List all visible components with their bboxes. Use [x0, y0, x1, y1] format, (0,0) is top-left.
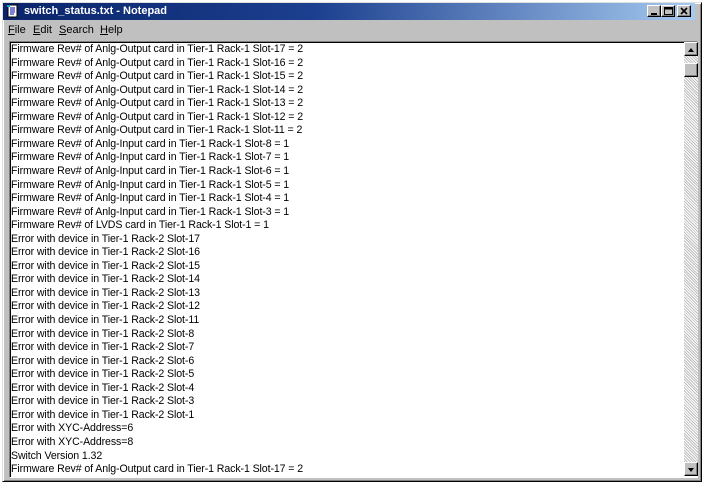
text-line: Error with device in Tier-1 Rack-2 Slot-… [11, 341, 195, 354]
menu-bar: File Edit Search Help [3, 21, 695, 39]
text-line: Firmware Rev# of Anlg-Output card in Tie… [11, 43, 304, 55]
text-line: Firmware Rev# of Anlg-Output card in Tie… [11, 70, 304, 83]
text-line: Switch Version 1.32 [11, 449, 103, 462]
scroll-thumb[interactable] [684, 63, 698, 77]
text-line: Firmware Rev# of Anlg-Input card in Tier… [11, 205, 290, 218]
text-line: Error with device in Tier-1 Rack-2 Slot-… [11, 368, 195, 381]
text-line: Error with device in Tier-1 Rack-2 Slot-… [11, 314, 200, 326]
text-line: Firmware Rev# of Anlg-Input card in Tier… [11, 192, 290, 205]
text-line: Error with device in Tier-1 Rack-2 Slot-… [11, 273, 200, 286]
text-line: Firmware Rev# of Anlg-Output card in Tie… [11, 110, 304, 123]
menu-file[interactable]: File [8, 21, 26, 39]
scroll-down-arrow-icon [688, 468, 694, 472]
text-line: Error with XYC-Address=8 [11, 435, 134, 448]
text-line: Firmware Rev# of Anlg-Output card in Tie… [11, 124, 303, 137]
text-line: Error with device in Tier-1 Rack-2 Slot-… [11, 286, 200, 299]
text-line: Firmware Rev# of Anlg-Output card in Tie… [11, 97, 304, 110]
menu-search[interactable]: Search [59, 21, 94, 39]
text-line: Firmware Rev# of Anlg-Output card in Tie… [11, 463, 304, 475]
text-line: Error with device in Tier-1 Rack-2 Slot-… [11, 246, 200, 259]
minimize-button[interactable] [647, 5, 661, 17]
text-line: Firmware Rev# of Anlg-Output card in Tie… [11, 83, 304, 96]
title-bar[interactable]: switch_status.txt - Notepad [3, 3, 695, 20]
maximize-button[interactable] [661, 5, 675, 17]
text-line: Firmware Rev# of Anlg-Output card in Tie… [11, 56, 304, 69]
text-line: Error with device in Tier-1 Rack-2 Slot-… [11, 408, 195, 421]
minimize-icon [651, 13, 657, 15]
vertical-scrollbar[interactable] [684, 42, 698, 476]
close-button[interactable] [677, 5, 691, 17]
text-line: Error with device in Tier-1 Rack-2 Slot-… [11, 259, 200, 272]
text-line: Firmware Rev# of Anlg-Input card in Tier… [11, 151, 290, 164]
text-line: Firmware Rev# of LVDS card in Tier-1 Rac… [11, 219, 269, 232]
text-line: Error with XYC-Address=6 [11, 422, 134, 435]
text-line: Error with device in Tier-1 Rack-2 Slot-… [11, 395, 195, 408]
text-line: Firmware Rev# of Anlg-Input card in Tier… [11, 164, 290, 177]
text-line: Error with device in Tier-1 Rack-2 Slot-… [11, 354, 195, 367]
text-line: Error with device in Tier-1 Rack-2 Slot-… [11, 381, 195, 394]
scroll-up-arrow-icon [688, 48, 694, 52]
text-line: Firmware Rev# of Anlg-Input card in Tier… [11, 178, 290, 191]
text-line: Firmware Rev# of Anlg-Input card in Tier… [11, 137, 290, 150]
close-icon [680, 7, 688, 15]
text-editor[interactable]: Firmware Rev# of Anlg-Output card in Tie… [10, 42, 674, 475]
scroll-up-button[interactable] [684, 42, 698, 56]
window-title: switch_status.txt - Notepad [24, 5, 168, 17]
scroll-down-button[interactable] [684, 462, 698, 476]
maximize-icon [664, 7, 673, 15]
menu-edit[interactable]: Edit [33, 21, 52, 39]
text-line: Error with device in Tier-1 Rack-2 Slot-… [11, 232, 200, 245]
text-line: Error with device in Tier-1 Rack-2 Slot-… [11, 300, 200, 313]
menu-help[interactable]: Help [100, 21, 123, 39]
notepad-icon[interactable] [6, 4, 20, 18]
text-line: Error with device in Tier-1 Rack-2 Slot-… [11, 327, 195, 340]
